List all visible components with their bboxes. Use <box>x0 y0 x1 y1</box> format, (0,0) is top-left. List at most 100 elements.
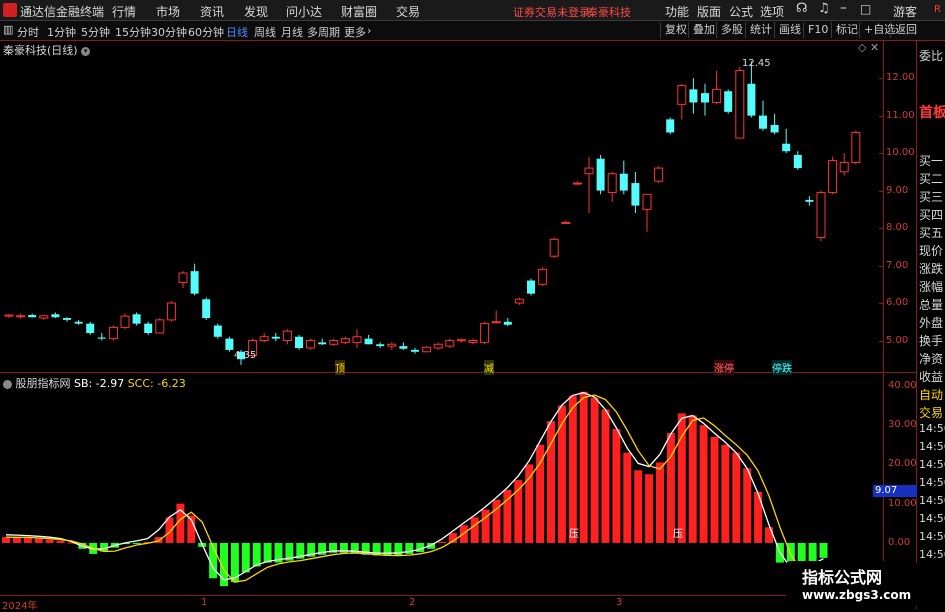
period-multi[interactable]: 多周期 <box>307 24 340 40</box>
histogram-bar <box>252 542 261 567</box>
login-status[interactable]: 证券交易未登录 <box>513 4 590 20</box>
headset-icon[interactable]: ☊ <box>796 1 808 16</box>
histogram-bar <box>699 425 708 543</box>
period-5min[interactable]: 5分钟 <box>81 24 110 40</box>
chevron-down-icon[interactable]: ▾ <box>81 46 91 56</box>
indicator-tick-label: 40.00 <box>888 379 917 391</box>
quote-field-label: 买三 <box>919 190 944 204</box>
candle-body <box>318 342 327 345</box>
candle-body <box>108 326 118 340</box>
candle-body <box>805 199 814 202</box>
indicator-menu-icon[interactable] <box>3 379 12 389</box>
period-30min[interactable]: 30分钟 <box>151 24 187 40</box>
menu-hangqing[interactable]: 行情 <box>112 3 136 20</box>
candle-body <box>411 349 419 352</box>
histogram-bar <box>438 541 446 543</box>
histogram-bar <box>754 491 763 543</box>
trade-time: 14:56 <box>919 512 945 525</box>
candle-body <box>712 88 722 103</box>
histogram-bar <box>634 470 643 543</box>
chevron-right-icon[interactable]: › <box>367 24 371 37</box>
menu-xuanxiang[interactable]: 选项 <box>760 3 784 20</box>
chart-area[interactable] <box>0 40 917 609</box>
histogram-bar <box>557 405 566 543</box>
indicator-title: 股朋指标网 SB: -2.97 SCC: -6.23 <box>3 375 186 391</box>
histogram-bar <box>394 542 403 556</box>
price-tick-label: 11.00 <box>886 109 915 121</box>
menu-shichang[interactable]: 市场 <box>156 3 180 20</box>
histogram-bar <box>34 538 43 543</box>
period-1min[interactable]: 1分钟 <box>47 24 76 40</box>
menu-gongshi[interactable]: 公式 <box>729 3 753 20</box>
histogram-bar <box>710 436 719 543</box>
time-label-jan: 1 <box>201 597 208 608</box>
btn-tongji[interactable]: 统计 <box>745 22 776 38</box>
histogram-bar <box>568 395 577 543</box>
candle-body <box>793 154 802 169</box>
candle-body <box>538 268 548 285</box>
period-60min[interactable]: 60分钟 <box>188 24 224 40</box>
period-more[interactable]: 更多 <box>344 24 366 40</box>
histogram-bar <box>612 429 621 543</box>
candle-body <box>329 340 339 345</box>
candlestick-series <box>4 61 861 365</box>
candle-body <box>63 318 71 320</box>
candle-body <box>572 182 582 185</box>
btn-biaoji[interactable]: 标记 <box>831 22 862 38</box>
candle-body <box>271 336 280 339</box>
btn-back[interactable]: 返回 <box>890 22 921 38</box>
bell-icon[interactable]: ♫ <box>818 1 830 16</box>
collapse-icon[interactable]: ◇ <box>858 41 866 54</box>
btn-diejia[interactable]: 叠加 <box>688 22 719 38</box>
quote-field-label: 买四 <box>919 208 944 222</box>
close-icon[interactable]: ✕ <box>870 41 879 54</box>
price-tick-label: 7.00 <box>886 259 909 271</box>
app-title: 通达信金融终端 <box>20 5 105 19</box>
btn-f10[interactable]: F10 <box>803 22 832 38</box>
candle-body <box>689 89 698 103</box>
candle-body <box>828 160 838 193</box>
menu-zixun[interactable]: 资讯 <box>200 3 224 20</box>
period-15min[interactable]: 15分钟 <box>115 24 151 40</box>
period-weekly[interactable]: 周线 <box>254 24 276 40</box>
period-fenshi[interactable]: 分时 <box>17 24 39 40</box>
btn-duogu[interactable]: 多股 <box>716 22 747 38</box>
candle-body <box>306 340 316 349</box>
guest-label[interactable]: 游客 <box>893 3 917 20</box>
candle-body <box>631 183 640 206</box>
candle-body <box>364 338 373 345</box>
candle-body <box>4 314 14 317</box>
quote-field-label: 买二 <box>919 172 944 186</box>
candle-body <box>514 298 524 304</box>
indicator-tick-label: 20.00 <box>888 458 917 470</box>
maximize-icon[interactable]: □ <box>860 2 871 16</box>
time-label-mar: 3 <box>616 597 623 608</box>
histogram-bar <box>656 462 664 543</box>
menu-faxian[interactable]: 发现 <box>244 3 268 20</box>
candle-body <box>584 167 594 175</box>
candle-body <box>74 321 83 324</box>
histogram-bar <box>525 464 534 543</box>
price-tick <box>879 190 883 192</box>
period-daily[interactable]: 日线 <box>226 24 248 40</box>
histogram-bar <box>416 542 425 552</box>
menu-caifuquan[interactable]: 财富圈 <box>341 3 377 20</box>
menu-banmian[interactable]: 版面 <box>697 3 721 20</box>
candle-body <box>132 314 141 324</box>
histogram-bar <box>383 542 392 556</box>
menu-gongneng[interactable]: 功能 <box>665 3 689 20</box>
histogram-bar <box>623 452 632 543</box>
price-tick-label: 12.00 <box>886 72 915 84</box>
minimize-icon[interactable]: – <box>840 0 847 16</box>
indicator-histogram <box>2 391 828 587</box>
histogram-bar <box>688 415 697 543</box>
histogram-bar <box>645 474 654 543</box>
menu-jiaoyi[interactable]: 交易 <box>396 3 420 20</box>
candle-body <box>422 346 432 353</box>
candle-body <box>851 131 861 163</box>
histogram-bar <box>765 527 773 543</box>
btn-fuquan[interactable]: 复权 <box>660 22 691 38</box>
menu-wenxiaoda[interactable]: 问小达 <box>286 3 322 20</box>
period-monthly[interactable]: 月线 <box>281 24 303 40</box>
btn-huaxian[interactable]: 画线 <box>774 22 805 38</box>
